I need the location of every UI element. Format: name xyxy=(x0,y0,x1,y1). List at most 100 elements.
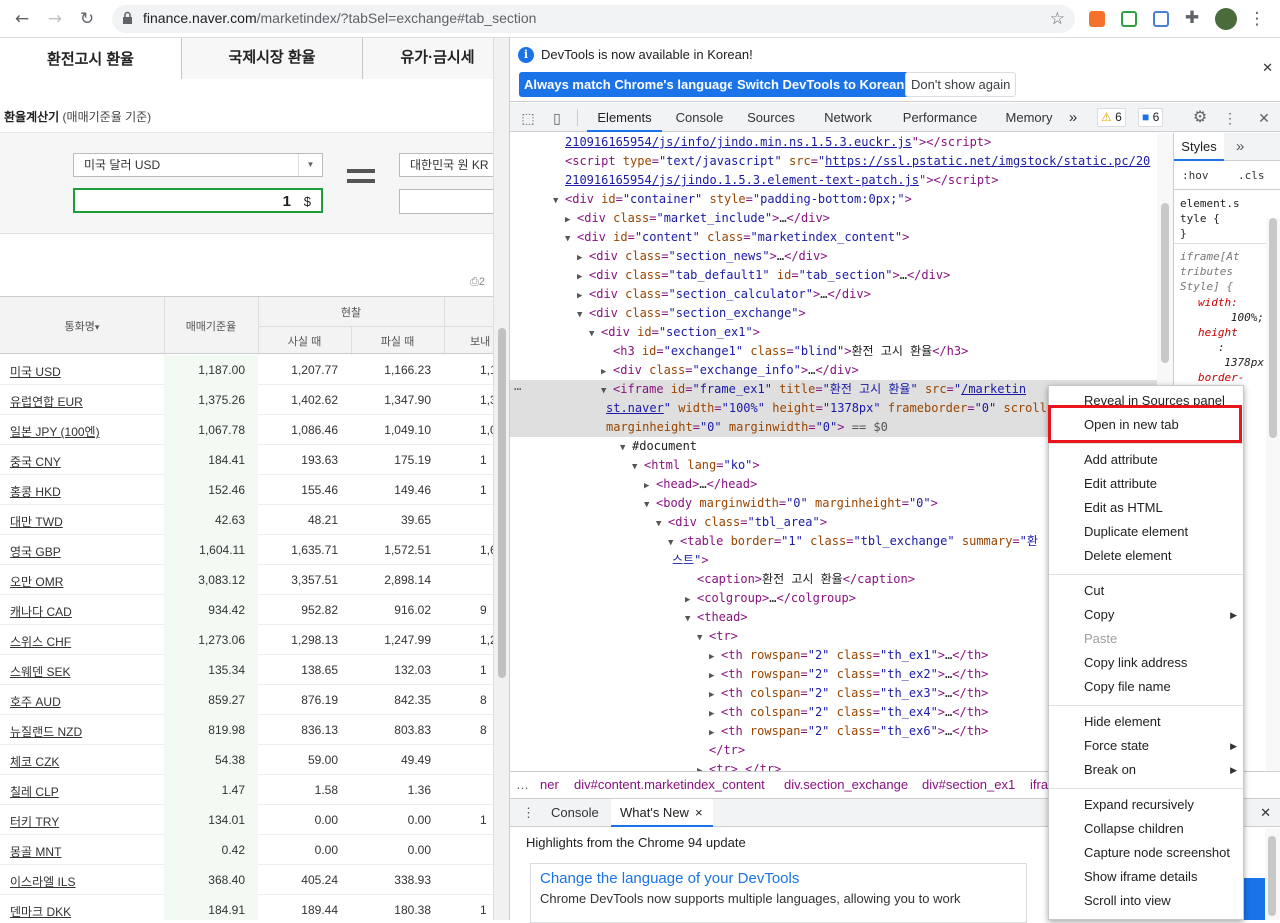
print-icon[interactable]: ⎙2 xyxy=(470,276,485,289)
breadcrumb-item[interactable]: ner xyxy=(540,777,559,792)
warnings-badge[interactable]: ⚠ 6 xyxy=(1097,108,1126,127)
bookmark-star-icon[interactable]: ☆ xyxy=(1050,9,1065,29)
close-icon[interactable]: ✕ xyxy=(1262,61,1273,76)
puzzle-extensions-icon[interactable]: ✚ xyxy=(1181,7,1203,29)
extension-icon[interactable] xyxy=(1121,11,1137,27)
breadcrumb-item[interactable]: div#content.marketindex_content xyxy=(574,777,765,792)
tab-exchange-notice[interactable]: 환전고시 환율 xyxy=(0,38,181,79)
close-drawer-icon[interactable]: ✕ xyxy=(1260,805,1271,821)
menu-item-capture-node-screenshot[interactable]: Capture node screenshot xyxy=(1049,842,1243,864)
currency-link[interactable]: 덴마크 DKK xyxy=(10,903,71,920)
currency-link[interactable]: 중국 CNY xyxy=(10,453,61,470)
currency-link[interactable]: 몽골 MNT xyxy=(10,843,61,860)
menu-item-scroll-into-view[interactable]: Scroll into view xyxy=(1049,890,1243,912)
currency-link[interactable]: 뉴질랜드 NZD xyxy=(10,723,82,740)
dom-node[interactable]: ▶ <div class="market_include">…</div> xyxy=(510,209,1173,228)
forward-arrow-icon[interactable]: → xyxy=(44,8,66,30)
tab-performance[interactable]: Performance xyxy=(890,103,990,132)
dom-node[interactable]: ▶ <div class="section_news">…</div> xyxy=(510,247,1173,266)
menu-item-add-attribute[interactable]: Add attribute xyxy=(1049,449,1243,471)
kebab-menu-icon[interactable]: ⋮ xyxy=(1246,8,1268,30)
messages-badge[interactable]: ■ 6 xyxy=(1138,108,1164,127)
extension-icon[interactable] xyxy=(1153,11,1169,27)
gear-icon[interactable]: ⚙ xyxy=(1191,109,1209,127)
whats-new-card[interactable]: Change the language of your DevTools Chr… xyxy=(530,863,1027,923)
styles-scrollbar[interactable] xyxy=(1266,218,1280,771)
currency-link[interactable]: 영국 GBP xyxy=(10,543,61,560)
menu-item-show-iframe-details[interactable]: Show iframe details xyxy=(1049,866,1243,888)
currency-link[interactable]: 홍콩 HKD xyxy=(10,483,61,500)
currency-link[interactable]: 체코 CZK xyxy=(10,753,59,770)
switch-korean-button[interactable]: Switch DevTools to Korean xyxy=(732,72,910,97)
dom-node[interactable]: ▼ <div id="section_ex1"> xyxy=(510,323,1173,342)
dom-node[interactable]: <script type="text/javascript" src="http… xyxy=(510,152,1173,171)
back-arrow-icon[interactable]: ← xyxy=(11,8,33,30)
tab-international-market[interactable]: 국제시장 환율 xyxy=(181,38,362,79)
dom-node[interactable]: 210916165954/js/info/jindo.min.ns.1.5.3.… xyxy=(510,133,1173,152)
dom-node[interactable]: ▶ <div class="tab_default1" id="tab_secti… xyxy=(510,266,1173,285)
from-currency-select[interactable]: 미국 달러 USD ▼ xyxy=(73,153,323,177)
class-toggle[interactable]: .cls xyxy=(1238,169,1265,182)
whats-new-scrollbar[interactable] xyxy=(1265,828,1280,920)
currency-link[interactable]: 캐나다 CAD xyxy=(10,603,72,620)
currency-link[interactable]: 스웨덴 SEK xyxy=(10,663,70,680)
menu-item-force-state[interactable]: Force state ▶ xyxy=(1049,735,1243,757)
breadcrumb-scroll[interactable]: … xyxy=(516,777,529,792)
to-currency-select[interactable]: 대한민국 원 KR xyxy=(399,153,493,177)
hover-state-toggle[interactable]: :hov xyxy=(1182,169,1209,182)
currency-link[interactable]: 스위스 CHF xyxy=(10,633,71,650)
tab-styles[interactable]: Styles xyxy=(1174,133,1224,161)
dom-node[interactable]: ▼ <div class="section_exchange"> xyxy=(510,304,1173,323)
device-toolbar-icon[interactable]: ▯ xyxy=(548,109,566,127)
currency-link[interactable]: 오만 OMR xyxy=(10,573,63,590)
currency-link[interactable]: 터키 TRY xyxy=(10,813,59,830)
close-icon[interactable]: × xyxy=(695,805,703,820)
to-amount-input[interactable] xyxy=(399,189,493,214)
currency-link[interactable]: 미국 USD xyxy=(10,363,61,380)
currency-link[interactable]: 대만 TWD xyxy=(10,513,63,530)
extension-icon[interactable] xyxy=(1089,11,1105,27)
menu-item-copy[interactable]: Copy ▶ xyxy=(1049,604,1243,626)
dom-node[interactable]: ▼ <div id="container" style="padding-bott… xyxy=(510,190,1173,209)
breadcrumb-item[interactable]: div#section_ex1 xyxy=(922,777,1015,792)
inspect-element-icon[interactable]: ⬚ xyxy=(519,109,537,127)
currency-link[interactable]: 이스라엘 ILS xyxy=(10,873,76,890)
kebab-menu-icon[interactable]: ⋮ xyxy=(1221,109,1239,127)
tab-console[interactable]: Console xyxy=(667,103,732,132)
more-tabs-icon[interactable]: » xyxy=(1064,103,1082,132)
tab-network[interactable]: Network xyxy=(812,103,884,132)
breadcrumb-item[interactable]: div.section_exchange xyxy=(784,777,908,792)
currency-link[interactable]: 유럽연합 EUR xyxy=(10,393,83,410)
more-tabs-icon[interactable]: » xyxy=(1236,133,1244,161)
element-style-rule[interactable]: element.s tyle {} xyxy=(1180,196,1240,241)
currency-link[interactable]: 호주 AUD xyxy=(10,693,61,710)
tab-oil-gold[interactable]: 유가·금시세 xyxy=(362,38,493,79)
dom-node[interactable]: ▼ <div id="content" class="marketindex_co… xyxy=(510,228,1173,247)
close-devtools-icon[interactable]: ✕ xyxy=(1255,109,1273,127)
menu-item-duplicate-element[interactable]: Duplicate element xyxy=(1049,521,1243,543)
menu-item-copy-link-address[interactable]: Copy link address xyxy=(1049,652,1243,674)
dom-node[interactable]: ▶ <div class="exchange_info">…</div> xyxy=(510,361,1173,380)
match-language-button[interactable]: Always match Chrome's language xyxy=(519,72,740,97)
drawer-menu-icon[interactable]: ⋮ xyxy=(522,805,535,821)
reload-icon[interactable]: ↻ xyxy=(76,8,98,30)
drawer-tab-console[interactable]: Console xyxy=(551,805,599,820)
breadcrumb-item[interactable]: ifra xyxy=(1030,777,1048,792)
col-currency-name[interactable]: 통화명▾ xyxy=(0,318,164,334)
tab-memory[interactable]: Memory xyxy=(993,103,1065,132)
drawer-tab-whats-new[interactable]: What's New × xyxy=(611,799,713,827)
currency-link[interactable]: 칠레 CLP xyxy=(10,783,59,800)
menu-item-break-on[interactable]: Break on ▶ xyxy=(1049,759,1243,781)
tab-sources[interactable]: Sources xyxy=(737,103,805,132)
whats-new-card-title[interactable]: Change the language of your DevTools xyxy=(540,870,799,887)
dont-show-again-button[interactable]: Don't show again xyxy=(905,72,1017,97)
menu-item-cut[interactable]: Cut xyxy=(1049,580,1243,602)
dom-node[interactable]: 210916165954/js/jindo.1.5.3.element-text… xyxy=(510,171,1173,190)
avatar[interactable] xyxy=(1215,8,1237,30)
currency-link[interactable]: 일본 JPY (100엔) xyxy=(10,423,100,440)
address-bar[interactable]: finance.naver.com/marketindex/?tabSel=ex… xyxy=(112,5,1075,33)
menu-item-edit-as-html[interactable]: Edit as HTML xyxy=(1049,497,1243,519)
menu-item-copy-file-name[interactable]: Copy file name xyxy=(1049,676,1243,698)
tab-elements[interactable]: Elements xyxy=(587,103,662,132)
menu-item-expand-recursively[interactable]: Expand recursively xyxy=(1049,794,1243,816)
